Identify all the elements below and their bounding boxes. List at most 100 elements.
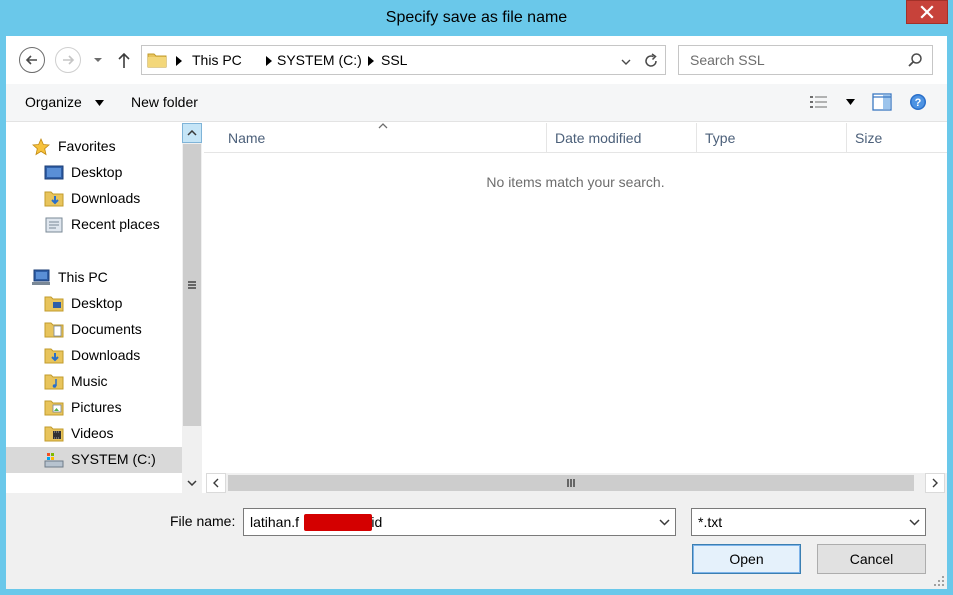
column-header-name[interactable]: Name bbox=[204, 123, 547, 153]
search-input[interactable] bbox=[679, 46, 904, 74]
nav-label: Desktop bbox=[71, 164, 123, 180]
horizontal-scrollbar[interactable] bbox=[206, 473, 947, 493]
back-button[interactable] bbox=[19, 47, 45, 73]
downloads-folder-icon bbox=[44, 348, 64, 364]
organize-caret-icon[interactable] bbox=[95, 100, 104, 106]
drive-icon bbox=[44, 453, 64, 468]
close-button[interactable] bbox=[906, 0, 948, 24]
chevron-down-icon[interactable] bbox=[620, 57, 632, 67]
chevron-left-icon bbox=[213, 478, 219, 488]
breadcrumb-system-c[interactable]: SYSTEM (C:) bbox=[277, 52, 362, 68]
sort-ascending-icon bbox=[378, 123, 388, 129]
chevron-down-icon[interactable] bbox=[909, 519, 920, 526]
column-header-type[interactable]: Type bbox=[697, 123, 847, 153]
command-toolbar: Organize New folder ? bbox=[6, 84, 947, 122]
nav-label: Pictures bbox=[71, 399, 122, 415]
desktop-icon bbox=[44, 165, 64, 180]
scroll-thumb[interactable] bbox=[183, 144, 201, 426]
nav-thispc-documents[interactable]: Documents bbox=[6, 317, 182, 343]
nav-label: This PC bbox=[58, 269, 108, 285]
preview-pane-icon[interactable] bbox=[872, 93, 892, 111]
window-title: Specify save as file name bbox=[385, 9, 568, 26]
breadcrumb-this-pc[interactable]: This PC bbox=[192, 52, 242, 68]
column-header-date-modified[interactable]: Date modified bbox=[547, 123, 697, 153]
chevron-down-icon[interactable] bbox=[659, 519, 670, 526]
nav-label: Recent places bbox=[71, 216, 160, 232]
scroll-down-button[interactable] bbox=[182, 473, 202, 493]
file-name-label: File name: bbox=[170, 513, 236, 529]
pictures-folder-icon bbox=[44, 400, 64, 416]
file-type-value: *.txt bbox=[698, 514, 723, 530]
nav-thispc-desktop[interactable]: Desktop bbox=[6, 291, 182, 317]
nav-label: Videos bbox=[71, 425, 114, 441]
nav-label: Favorites bbox=[58, 138, 116, 154]
back-arrow-icon bbox=[25, 55, 37, 65]
file-type-select[interactable]: *.txt bbox=[691, 508, 926, 536]
nav-favorites-desktop[interactable]: Desktop bbox=[6, 160, 182, 186]
forward-button[interactable] bbox=[55, 47, 81, 73]
column-label: Size bbox=[855, 130, 883, 146]
star-icon bbox=[32, 138, 50, 156]
address-row: This PC SYSTEM (C:) SSL bbox=[6, 36, 947, 84]
breadcrumb-ssl[interactable]: SSL bbox=[381, 52, 407, 68]
grip-icon bbox=[188, 281, 196, 289]
dialog-client: This PC SYSTEM (C:) SSL Organize New fol… bbox=[6, 36, 947, 589]
file-list[interactable]: Name Date modified Type Size No items ma… bbox=[204, 123, 947, 473]
column-label: Date modified bbox=[555, 130, 642, 146]
help-icon[interactable]: ? bbox=[909, 93, 927, 111]
refresh-icon[interactable] bbox=[642, 52, 660, 70]
scroll-right-button[interactable] bbox=[925, 473, 945, 493]
chevron-down-icon bbox=[187, 480, 197, 486]
column-label: Name bbox=[228, 130, 266, 146]
change-view-icon[interactable] bbox=[809, 94, 829, 110]
file-name-combobox[interactable] bbox=[243, 508, 676, 536]
up-arrow-icon[interactable] bbox=[116, 51, 132, 69]
nav-thispc-downloads[interactable]: Downloads bbox=[6, 343, 182, 369]
scroll-left-button[interactable] bbox=[206, 473, 226, 493]
resize-grip-icon[interactable] bbox=[933, 575, 945, 587]
view-options-caret-icon[interactable] bbox=[846, 99, 855, 105]
recent-locations-dropdown[interactable] bbox=[92, 55, 104, 65]
nav-favorites-recent-places[interactable]: Recent places bbox=[6, 212, 182, 238]
nav-label: Downloads bbox=[71, 190, 141, 206]
title-bar: Specify save as file name bbox=[0, 0, 953, 36]
address-bar[interactable]: This PC SYSTEM (C:) SSL bbox=[141, 45, 666, 75]
breadcrumb-arrow-icon[interactable] bbox=[368, 56, 374, 66]
breadcrumb-arrow-icon[interactable] bbox=[266, 56, 272, 66]
column-header-size[interactable]: Size bbox=[847, 123, 947, 153]
downloads-folder-icon bbox=[44, 191, 64, 207]
new-folder-button[interactable]: New folder bbox=[131, 94, 198, 110]
organize-button[interactable]: Organize bbox=[25, 94, 82, 110]
nav-thispc-system-c[interactable]: SYSTEM (C:) bbox=[6, 447, 182, 473]
nav-thispc-videos[interactable]: Videos bbox=[6, 421, 182, 447]
nav-this-pc[interactable]: This PC bbox=[6, 265, 182, 291]
nav-thispc-music[interactable]: Music bbox=[6, 369, 182, 395]
search-box[interactable] bbox=[678, 45, 933, 75]
cancel-button[interactable]: Cancel bbox=[817, 544, 926, 574]
folder-icon bbox=[147, 53, 167, 68]
svg-text:?: ? bbox=[915, 97, 922, 109]
chevron-up-icon bbox=[187, 130, 197, 136]
nav-thispc-pictures[interactable]: Pictures bbox=[6, 395, 182, 421]
recent-places-icon bbox=[45, 217, 63, 233]
this-pc-icon bbox=[32, 269, 50, 285]
nav-label: Documents bbox=[71, 321, 142, 337]
chevron-right-icon bbox=[932, 478, 938, 488]
save-form: File name: *.txt Open Cancel bbox=[6, 493, 947, 589]
nav-favorites[interactable]: Favorites bbox=[6, 134, 182, 160]
column-label: Type bbox=[705, 130, 736, 146]
nav-label: Desktop bbox=[71, 295, 123, 311]
navigation-pane: Favorites Desktop Downloads Recent place… bbox=[6, 123, 182, 493]
videos-folder-icon bbox=[44, 426, 64, 442]
nav-favorites-downloads[interactable]: Downloads bbox=[6, 186, 182, 212]
search-icon[interactable] bbox=[907, 52, 923, 68]
open-button[interactable]: Open bbox=[692, 544, 801, 574]
scroll-up-button[interactable] bbox=[182, 123, 202, 143]
breadcrumb-arrow-icon[interactable] bbox=[176, 56, 182, 66]
desktop-folder-icon bbox=[44, 296, 64, 312]
scroll-thumb[interactable] bbox=[228, 475, 914, 491]
nav-label: SYSTEM (C:) bbox=[71, 451, 156, 467]
nav-scrollbar[interactable] bbox=[182, 123, 202, 493]
nav-label: Music bbox=[71, 373, 108, 389]
nav-label: Downloads bbox=[71, 347, 141, 363]
